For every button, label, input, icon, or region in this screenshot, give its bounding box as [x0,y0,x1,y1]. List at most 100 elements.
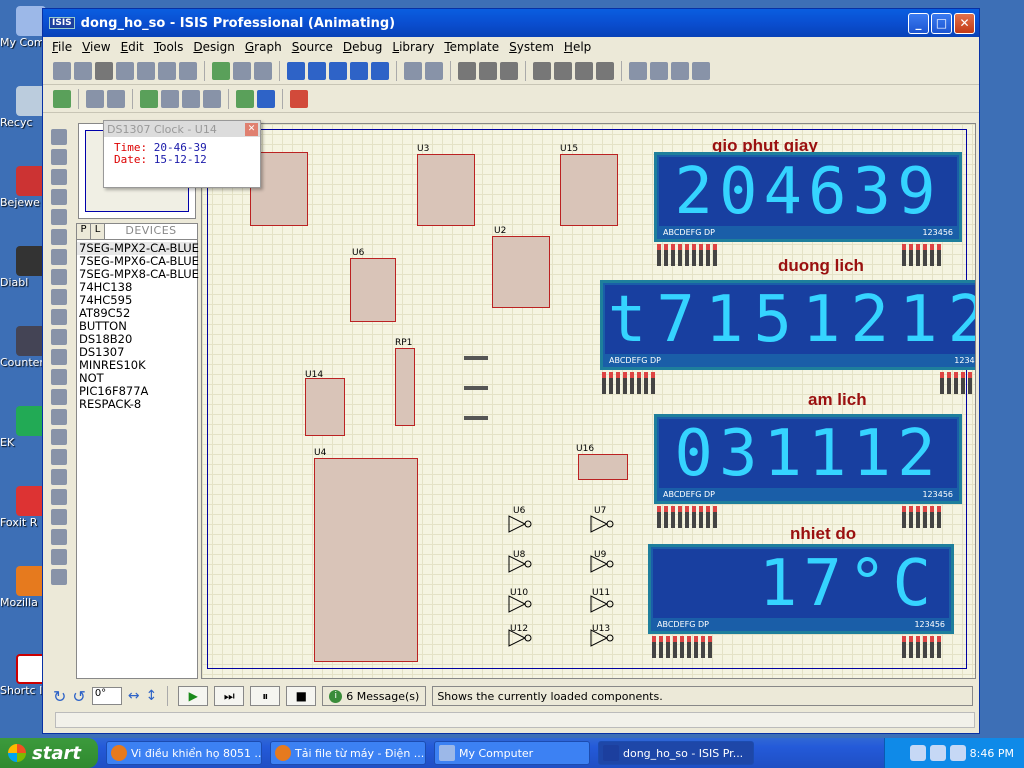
zoom-out-icon[interactable] [329,61,347,80]
menu-help[interactable]: Help [559,40,596,54]
maximize-button[interactable]: □ [931,12,952,34]
export-icon[interactable] [137,61,155,80]
print-icon[interactable] [158,61,176,80]
not-gates[interactable] [507,514,617,664]
menu-source[interactable]: Source [287,40,338,54]
menu-tools[interactable]: Tools [149,40,189,54]
chip-u15[interactable] [560,154,618,226]
line-icon[interactable] [51,429,67,445]
menu-design[interactable]: Design [188,40,239,54]
new-file-icon[interactable] [53,61,71,80]
current-probe-icon[interactable] [51,389,67,405]
desktop-icon[interactable]: Diabl [0,246,48,289]
text-script-icon[interactable] [51,209,67,225]
library-manager-button[interactable]: L [91,224,105,239]
menu-view[interactable]: View [77,40,115,54]
menu-edit[interactable]: Edit [116,40,149,54]
refresh-icon[interactable] [212,61,230,80]
copy-icon[interactable] [479,61,497,80]
new-sheet-icon[interactable] [161,89,179,108]
messages-indicator[interactable]: i 6 Message(s) [322,686,427,706]
cut-icon[interactable] [458,61,476,80]
search-tag-icon[interactable] [86,89,104,108]
block-rotate-icon[interactable] [575,61,593,80]
button-switch[interactable] [464,386,488,390]
popup-close-icon[interactable]: ✕ [245,122,258,136]
junction-mode-icon[interactable] [51,169,67,185]
pause-button[interactable]: ⏸ [250,686,281,706]
grid-icon[interactable] [233,61,251,80]
remove-sheet-icon[interactable] [182,89,200,108]
block-copy-icon[interactable] [533,61,551,80]
arc-icon[interactable] [51,489,67,505]
block-move-icon[interactable] [554,61,572,80]
tray-icon[interactable] [929,745,946,761]
play-button[interactable]: ▶ [178,686,209,706]
title-bar[interactable]: ISIS dong_ho_so - ISIS Professional (Ani… [43,9,979,37]
undo-icon[interactable] [404,61,422,80]
menu-library[interactable]: Library [387,40,439,54]
rotate-ccw-icon[interactable]: ↻ [53,687,66,706]
desktop-icon[interactable]: Recyc [0,86,48,129]
origin-icon[interactable] [254,61,272,80]
marker-icon[interactable] [51,569,67,585]
taskbar-item[interactable]: Vi điều khiển họ 8051 ... [106,741,262,765]
virtual-instruments-icon[interactable] [51,409,67,425]
network-icon[interactable] [949,745,966,761]
voltage-probe-icon[interactable] [51,369,67,385]
block-delete-icon[interactable] [596,61,614,80]
menu-system[interactable]: System [504,40,559,54]
electrical-check-icon[interactable] [257,89,275,108]
chip-u6[interactable] [350,258,396,322]
zoom-all-icon[interactable] [350,61,368,80]
desktop-icon[interactable]: EK [0,406,48,449]
stop-button[interactable]: ■ [286,686,317,706]
subcircuit-icon[interactable] [51,249,67,265]
menu-file[interactable]: File [47,40,77,54]
wire-label-icon[interactable] [51,189,67,205]
component-mode-icon[interactable] [51,149,67,165]
decompose-icon[interactable] [692,61,710,80]
button-switch[interactable] [464,356,488,360]
pick-device-icon[interactable] [629,61,647,80]
pan-icon[interactable] [287,61,305,80]
zoom-in-icon[interactable] [308,61,326,80]
redo-icon[interactable] [425,61,443,80]
close-button[interactable]: ✕ [954,12,975,34]
rotation-field[interactable]: 0° [91,687,122,705]
path-icon[interactable] [51,509,67,525]
step-button[interactable]: ⏭ [214,686,245,706]
exit-parent-icon[interactable] [203,89,221,108]
ds1307-popup[interactable]: DS1307 Clock - U14 ✕ Time: 20-46-39 Date… [103,120,261,188]
desktop-icon[interactable]: Shortc IRSc [0,654,48,697]
text-icon[interactable] [51,529,67,545]
start-button[interactable]: start [0,738,98,768]
horizontal-scrollbar[interactable] [55,712,975,728]
schematic-canvas[interactable]: U3 U15 U2 U6 RP1 U14 U4 U16 U6 U7 U8 U9 … [201,123,976,679]
pick-devices-button[interactable]: P [77,224,91,239]
terminals-icon[interactable] [51,269,67,285]
save-icon[interactable] [95,61,113,80]
chip-rp1[interactable] [395,348,415,426]
chip-u2[interactable] [492,236,550,308]
box-icon[interactable] [51,449,67,465]
rotate-cw-icon[interactable]: ↺ [72,687,85,706]
desktop-icon[interactable]: My Com [0,6,48,49]
device-pins-icon[interactable] [51,289,67,305]
mirror-vertical-icon[interactable]: ↕ [146,688,158,704]
list-item[interactable]: RESPACK-8 [77,398,197,411]
wire-autorouter-icon[interactable] [53,89,71,108]
bill-of-materials-icon[interactable] [236,89,254,108]
taskbar-item-active[interactable]: dong_ho_so - ISIS Pr... [598,741,754,765]
desktop-icon[interactable]: Counter 1. [0,326,48,369]
chip-u14[interactable] [305,378,345,436]
circle-icon[interactable] [51,469,67,485]
property-tool-icon[interactable] [107,89,125,108]
tray-icon[interactable] [909,745,926,761]
import-icon[interactable] [116,61,134,80]
mirror-horizontal-icon[interactable]: ↔ [128,688,140,704]
paste-icon[interactable] [500,61,518,80]
menu-template[interactable]: Template [439,40,504,54]
print-area-icon[interactable] [179,61,197,80]
ares-netlist-icon[interactable] [290,89,308,108]
